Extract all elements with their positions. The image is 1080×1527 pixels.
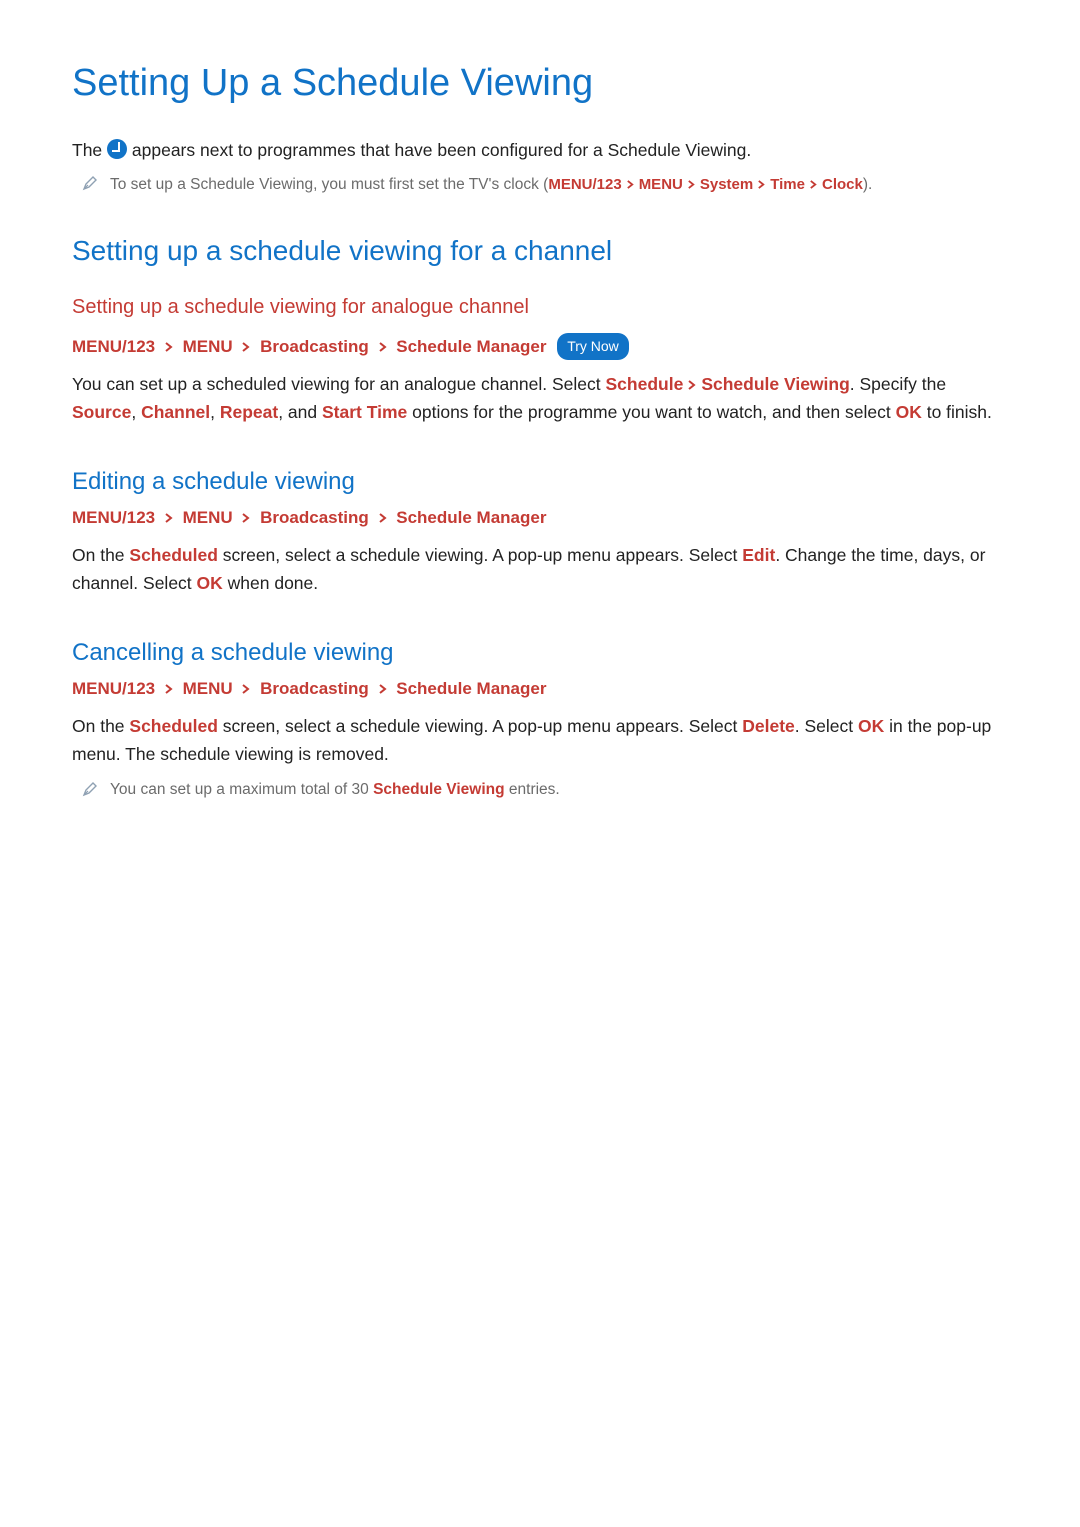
chevron-right-icon: [164, 675, 174, 702]
text: screen, select a schedule viewing. A pop…: [218, 716, 742, 736]
kw-delete: Delete: [742, 716, 795, 736]
kw-repeat: Repeat: [220, 402, 278, 422]
text: options for the programme you want to wa…: [407, 402, 895, 422]
text: On the: [72, 545, 129, 565]
kw-source: Source: [72, 402, 131, 422]
kw-schedule-viewing: Schedule Viewing: [701, 374, 849, 394]
intro-text: The appears next to programmes that have…: [72, 136, 1008, 164]
page-title: Setting Up a Schedule Viewing: [72, 60, 1008, 108]
kw-ok: OK: [197, 573, 223, 593]
subsection-heading-analogue: Setting up a schedule viewing for analog…: [72, 296, 1008, 319]
chevron-right-icon: [687, 370, 697, 398]
section-heading-channel: Setting up a schedule viewing for a chan…: [72, 233, 1008, 269]
section3-body: On the Scheduled screen, select a schedu…: [72, 712, 1008, 768]
text: You can set up a maximum total of 30: [110, 781, 373, 798]
menu-path-cancelling: MENU/123 MENU Broadcasting Schedule Mana…: [72, 675, 1008, 702]
chevron-right-icon: [626, 172, 635, 198]
kw-edit: Edit: [742, 545, 775, 565]
chevron-right-icon: [378, 333, 388, 360]
chevron-right-icon: [378, 504, 388, 531]
path-item: MENU: [183, 679, 233, 698]
menu-path-analogue: MENU/123 MENU Broadcasting Schedule Mana…: [72, 333, 1008, 360]
path-item: MENU/123: [548, 176, 621, 193]
chevron-right-icon: [241, 504, 251, 531]
note-clock: To set up a Schedule Viewing, you must f…: [72, 172, 1008, 198]
chevron-right-icon: [378, 675, 388, 702]
chevron-right-icon: [164, 333, 174, 360]
path-item: System: [700, 176, 753, 193]
path-item: MENU/123: [72, 679, 155, 698]
path-item: MENU: [183, 508, 233, 527]
kw-start-time: Start Time: [322, 402, 407, 422]
path-item: Clock: [822, 176, 863, 193]
clock-icon: [107, 139, 127, 159]
kw-scheduled: Scheduled: [129, 545, 218, 565]
text: . Select: [795, 716, 858, 736]
path-item: Schedule Manager: [396, 679, 546, 698]
page-content: Setting Up a Schedule Viewing The appear…: [0, 0, 1080, 863]
chevron-right-icon: [241, 333, 251, 360]
chevron-right-icon: [809, 172, 818, 198]
chevron-right-icon: [241, 675, 251, 702]
menu-path-editing: MENU/123 MENU Broadcasting Schedule Mana…: [72, 504, 1008, 531]
text: screen, select a schedule viewing. A pop…: [218, 545, 742, 565]
intro-post: appears next to programmes that have bee…: [127, 140, 751, 160]
kw-schedule-viewing: Schedule Viewing: [373, 781, 505, 798]
section-heading-cancelling: Cancelling a schedule viewing: [72, 639, 1008, 667]
text: . Specify the: [850, 374, 946, 394]
note-max-body: You can set up a maximum total of 30 Sch…: [110, 778, 1008, 803]
path-item: MENU/123: [72, 337, 155, 356]
pen-icon: [82, 175, 98, 191]
path-item: Broadcasting: [260, 679, 369, 698]
text: On the: [72, 716, 129, 736]
path-item: Time: [770, 176, 805, 193]
path-item: MENU: [183, 337, 233, 356]
chevron-right-icon: [687, 172, 696, 198]
path-item: MENU/123: [72, 508, 155, 527]
pen-icon: [82, 781, 98, 797]
kw-channel: Channel: [141, 402, 210, 422]
text: to finish.: [922, 402, 992, 422]
text: when done.: [223, 573, 318, 593]
path-item: MENU: [639, 176, 683, 193]
path-item: Broadcasting: [260, 508, 369, 527]
section2-body: On the Scheduled screen, select a schedu…: [72, 541, 1008, 597]
chevron-right-icon: [757, 172, 766, 198]
chevron-right-icon: [164, 504, 174, 531]
path-item: Broadcasting: [260, 337, 369, 356]
note-clock-body: To set up a Schedule Viewing, you must f…: [110, 172, 1008, 198]
note-clock-close: ).: [863, 176, 872, 193]
kw-schedule: Schedule: [606, 374, 684, 394]
section-heading-editing: Editing a schedule viewing: [72, 468, 1008, 496]
text: You can set up a scheduled viewing for a…: [72, 374, 606, 394]
try-now-button[interactable]: Try Now: [557, 333, 629, 360]
note-max-entries: You can set up a maximum total of 30 Sch…: [72, 778, 1008, 803]
section1-body: You can set up a scheduled viewing for a…: [72, 370, 1008, 426]
path-item: Schedule Manager: [396, 337, 546, 356]
note-clock-text: To set up a Schedule Viewing, you must f…: [110, 176, 548, 193]
path-item: Schedule Manager: [396, 508, 546, 527]
kw-ok: OK: [896, 402, 922, 422]
kw-ok: OK: [858, 716, 884, 736]
intro-pre: The: [72, 140, 107, 160]
text: entries.: [505, 781, 560, 798]
kw-scheduled: Scheduled: [129, 716, 218, 736]
